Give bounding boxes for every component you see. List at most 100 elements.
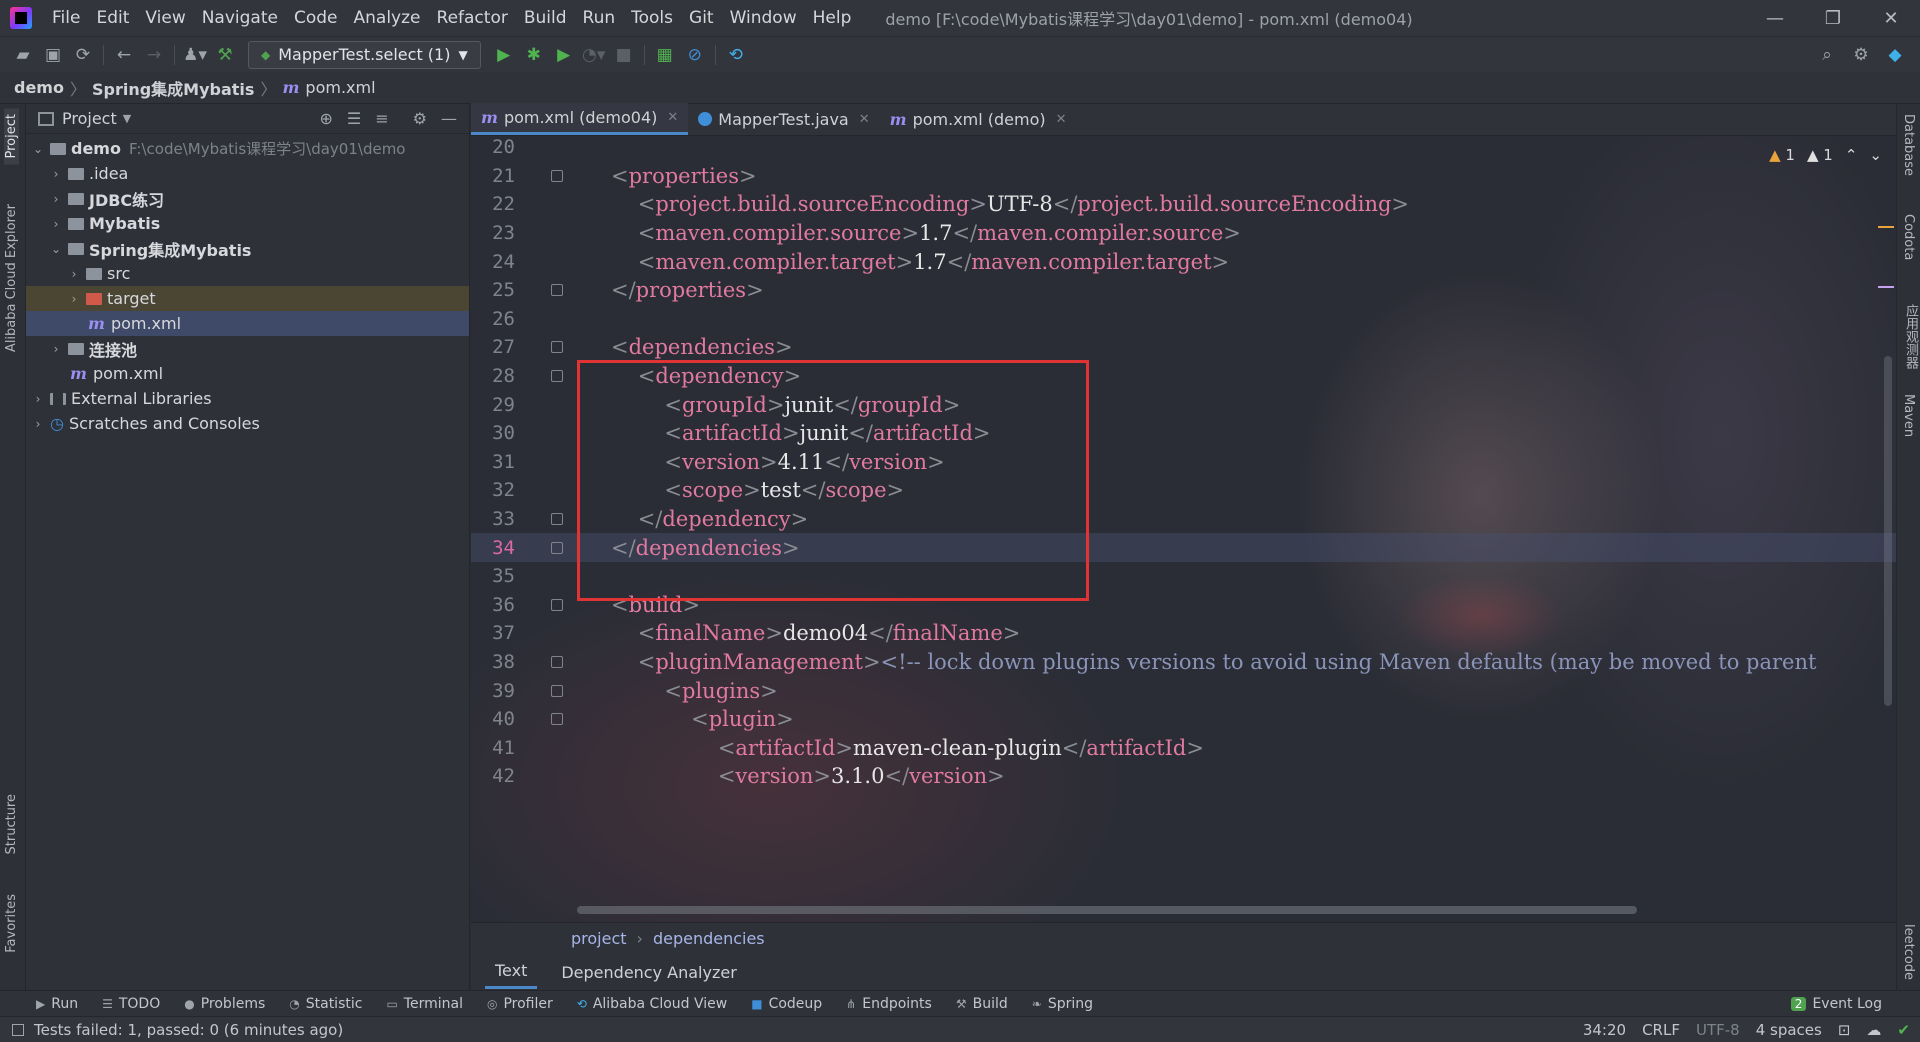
menu-analyze[interactable]: Analyze (346, 0, 429, 36)
disable-icon[interactable]: ⊘ (680, 41, 710, 69)
breadcrumb-project[interactable]: demo (14, 78, 64, 97)
maven-tool-button[interactable]: Maven (1901, 394, 1916, 437)
sync-icon[interactable]: ⟳ (68, 41, 98, 69)
favorites-tool-button[interactable]: Favorites (4, 894, 19, 953)
status-toggle-icon[interactable] (12, 1023, 24, 1036)
chevron-right-icon[interactable]: › (30, 417, 46, 431)
coverage-icon[interactable]: ▶ (549, 41, 579, 69)
code-line[interactable]: 42 <version>3.1.0</version> (471, 762, 1896, 791)
menu-refactor[interactable]: Refactor (429, 0, 516, 36)
jetbrains-toolbox-icon[interactable]: ◆ (1880, 41, 1910, 69)
fold-marker-icon[interactable] (551, 513, 563, 526)
fold-marker-icon[interactable] (551, 370, 563, 383)
xml-crumb-project[interactable]: project (571, 929, 627, 948)
locate-icon[interactable]: ⊕ (320, 109, 333, 128)
chevron-right-icon[interactable]: › (48, 167, 64, 181)
tool-endpoints[interactable]: ⋔ Endpoints (846, 996, 932, 1012)
gear-icon[interactable]: ⚙ (413, 109, 427, 128)
weak-warning-indicator[interactable]: ▲ 1 (1807, 146, 1833, 164)
lock-icon[interactable]: ⊡ (1838, 1021, 1851, 1039)
code-line[interactable]: 22 <project.build.sourceEncoding>UTF-8</… (471, 190, 1896, 219)
code-line[interactable]: 27 <dependencies> (471, 333, 1896, 362)
tab-dependency-analyzer[interactable]: Dependency Analyzer (551, 957, 746, 988)
fold-marker-icon[interactable] (551, 541, 563, 554)
menu-window[interactable]: Window (722, 0, 805, 36)
close-window-icon[interactable]: ✕ (1862, 0, 1920, 36)
code-line[interactable]: 23 <maven.compiler.source>1.7</maven.com… (471, 219, 1896, 248)
tree-item-pool[interactable]: › 连接池 (26, 336, 469, 361)
fold-marker-icon[interactable] (551, 713, 563, 726)
restore-icon[interactable]: ❐ (1804, 0, 1862, 36)
tool-problems[interactable]: ● Problems (184, 996, 265, 1012)
close-tab-icon[interactable]: ✕ (1056, 112, 1067, 127)
file-encoding[interactable]: UTF-8 (1696, 1021, 1740, 1039)
database-tool-button[interactable]: Database (1901, 114, 1916, 176)
alibaba-cloud-icon[interactable]: ⟲ (721, 41, 751, 69)
collapse-all-icon[interactable]: ≡ (375, 109, 388, 128)
fold-marker-icon[interactable] (551, 341, 563, 354)
code-line[interactable]: 39 <plugins> (471, 676, 1896, 705)
indent-setting[interactable]: 4 spaces (1756, 1021, 1822, 1039)
fold-marker-icon[interactable] (551, 284, 563, 297)
tree-item-src[interactable]: › src (26, 261, 469, 286)
status-message[interactable]: Tests failed: 1, passed: 0 (6 minutes ag… (34, 1021, 343, 1039)
debug-icon[interactable]: ✱ (519, 41, 549, 69)
tree-item-pom-spring[interactable]: m pom.xml (26, 311, 469, 336)
tree-item-external-libraries[interactable]: › External Libraries (26, 386, 469, 411)
tab-mappertest[interactable]: MapperTest.java ✕ (688, 103, 879, 135)
tool-run[interactable]: ▶ Run (36, 996, 78, 1012)
caret-position[interactable]: 34:20 (1583, 1021, 1626, 1039)
close-tab-icon[interactable]: ✕ (859, 112, 870, 127)
alibaba-cloud-explorer-button[interactable]: Alibaba Cloud Explorer (4, 204, 19, 352)
tool-todo[interactable]: ☰ TODO (102, 996, 160, 1012)
xml-crumb-dependencies[interactable]: dependencies (653, 929, 765, 948)
line-separator[interactable]: CRLF (1642, 1021, 1680, 1039)
next-highlight-icon[interactable]: ⌄ (1869, 146, 1882, 164)
warning-marker[interactable] (1878, 226, 1894, 228)
code-line[interactable]: 20 (471, 136, 1896, 162)
open-folder-icon[interactable]: ▰ (8, 41, 38, 69)
code-line[interactable]: 26 (471, 305, 1896, 334)
fold-marker-icon[interactable] (551, 656, 563, 669)
tree-item-pom-root[interactable]: m pom.xml (26, 361, 469, 386)
tool-spring[interactable]: ❧ Spring (1032, 996, 1093, 1012)
vertical-scrollbar[interactable] (1884, 356, 1892, 706)
stop-icon[interactable]: ■ (609, 41, 639, 69)
tool-terminal[interactable]: ▭ Terminal (386, 996, 463, 1012)
search-icon[interactable]: ⌕ (1812, 41, 1842, 69)
menu-build[interactable]: Build (516, 0, 575, 36)
codota-tool-button[interactable]: Codota (1901, 214, 1916, 260)
menu-git[interactable]: Git (681, 0, 722, 36)
tool-profiler[interactable]: ◎ Profiler (487, 996, 553, 1012)
profile-icon[interactable]: ◔▾ (579, 41, 609, 69)
forward-icon[interactable]: → (139, 41, 169, 69)
chevron-right-icon[interactable]: › (48, 192, 64, 206)
app-inspector-tool-button[interactable]: 应用观测器 (1901, 304, 1920, 369)
fold-marker-icon[interactable] (551, 169, 563, 182)
chevron-down-icon[interactable]: ⌄ (30, 142, 46, 156)
weak-warning-marker[interactable] (1878, 286, 1894, 288)
git-icon[interactable]: ☁ (1866, 1021, 1881, 1039)
code-line[interactable]: 41 <artifactId>maven-clean-plugin</artif… (471, 734, 1896, 763)
menu-run[interactable]: Run (575, 0, 624, 36)
code-line[interactable]: 40 <plugin> (471, 705, 1896, 734)
project-tool-button[interactable]: Project (4, 108, 19, 165)
chevron-down-icon[interactable]: ⌄ (48, 242, 64, 256)
structure-tool-button[interactable]: Structure (4, 794, 19, 854)
leetcode-tool-button[interactable]: leetcode (1901, 924, 1916, 980)
tab-pom-demo[interactable]: m pom.xml (demo) ✕ (880, 103, 1077, 135)
chevron-right-icon[interactable]: › (30, 392, 46, 406)
tab-pom-demo04[interactable]: m pom.xml (demo04) ✕ (471, 103, 689, 135)
menu-help[interactable]: Help (805, 0, 860, 36)
chevron-right-icon[interactable]: › (66, 292, 82, 306)
tree-item-target[interactable]: › target (26, 286, 469, 311)
tree-item-jdbc[interactable]: › JDBC练习 (26, 186, 469, 211)
menu-code[interactable]: Code (286, 0, 346, 36)
previous-highlight-icon[interactable]: ⌃ (1845, 146, 1858, 164)
chevron-right-icon[interactable]: › (66, 267, 82, 281)
inspection-widget[interactable]: ▲ 1 ▲ 1 ⌃ ⌄ (1769, 146, 1882, 164)
code-line[interactable]: 37 <finalName>demo04</finalName> (471, 619, 1896, 648)
warning-indicator[interactable]: ▲ 1 (1769, 146, 1795, 164)
tree-item-mybatis[interactable]: › Mybatis (26, 211, 469, 236)
chevron-down-icon[interactable]: ▼ (123, 112, 131, 125)
